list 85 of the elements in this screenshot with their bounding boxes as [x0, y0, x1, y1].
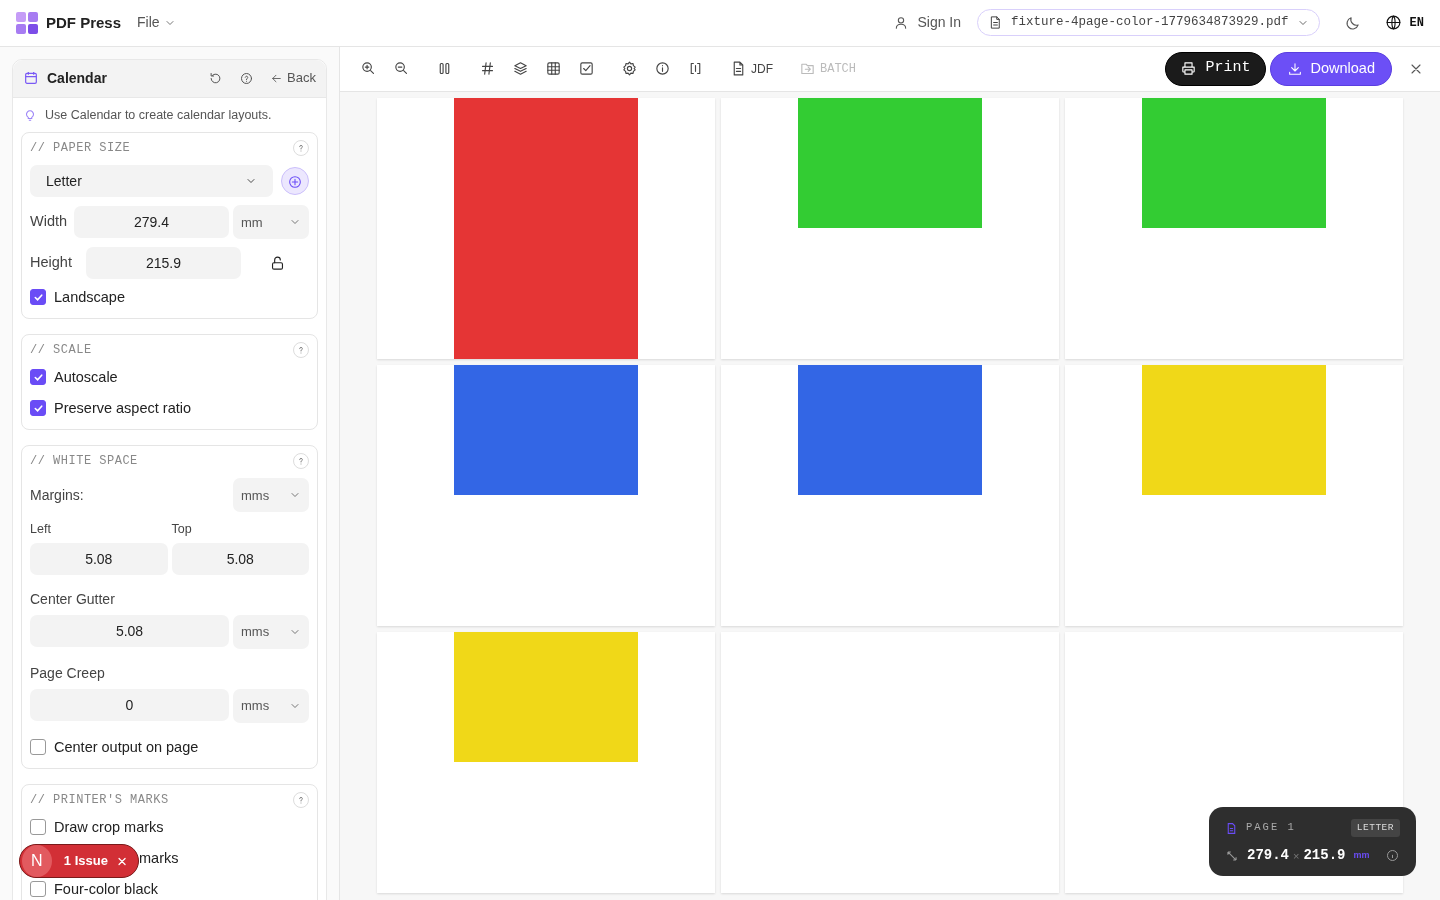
- printer-icon: [1180, 60, 1198, 78]
- times-sign: ×: [1293, 848, 1300, 864]
- number-field[interactable]: 0: [30, 689, 229, 722]
- help-icon: [239, 71, 255, 87]
- panel-title: Calendar: [47, 68, 108, 88]
- page-thumbnail[interactable]: [721, 364, 1059, 626]
- page-thumbnail[interactable]: [1065, 364, 1403, 626]
- checkbox-label: marks: [139, 849, 179, 869]
- checkbox-label: Landscape: [54, 288, 125, 308]
- size-tag: LETTER: [1350, 819, 1400, 838]
- file-selector[interactable]: fixture-4page-color-1779634873929.pdf: [977, 9, 1320, 37]
- issue-count: 1 Issue: [63, 852, 108, 871]
- download-button[interactable]: Download: [1269, 51, 1392, 86]
- page-width: 279.4: [1247, 846, 1289, 866]
- settings-icon: [621, 60, 638, 78]
- number-field[interactable]: 5.08: [30, 615, 229, 648]
- hash-icon: [479, 60, 496, 78]
- number-field[interactable]: 5.08: [30, 543, 168, 576]
- layers-icon: [512, 60, 529, 78]
- page-thumbnail[interactable]: [721, 631, 1059, 893]
- moon-icon: [1343, 15, 1361, 33]
- unit-select[interactable]: mms: [233, 615, 309, 650]
- unit-select[interactable]: mms: [233, 689, 309, 724]
- download-icon: [1286, 60, 1303, 77]
- table-icon: [545, 60, 562, 78]
- checkbox-label: Four-color black: [54, 880, 158, 900]
- checkmark-icon: [32, 291, 44, 303]
- add-preset-button[interactable]: [281, 167, 309, 196]
- file-menu[interactable]: File: [137, 12, 176, 34]
- page-thumbnail[interactable]: [377, 631, 715, 893]
- section-title: // WHITE SPACE: [30, 453, 138, 471]
- document-icon: [1225, 821, 1238, 835]
- sign-in-button[interactable]: Sign In: [893, 12, 962, 34]
- calendar-icon: [23, 70, 39, 87]
- unit-label: mm: [1353, 849, 1370, 862]
- info-icon[interactable]: [1385, 848, 1400, 864]
- section-title: // PRINTER'S MARKS: [30, 792, 169, 810]
- number-field[interactable]: 215.9: [86, 247, 241, 280]
- back-button[interactable]: Back: [270, 68, 316, 88]
- field-label: Width: [30, 212, 69, 232]
- app-name: PDF Press: [46, 12, 122, 33]
- checkbox-label: Center output on page: [54, 738, 199, 758]
- page-thumbnail[interactable]: [721, 97, 1059, 359]
- field-label: Left: [30, 521, 52, 539]
- field-label: Center Gutter: [30, 590, 116, 610]
- preset-select[interactable]: Letter: [30, 165, 273, 198]
- checkbox[interactable]: [30, 369, 46, 386]
- checkmark-icon: [32, 402, 44, 414]
- checkbox-icon: [578, 60, 595, 78]
- resize-icon: [1225, 848, 1239, 863]
- field-label: Page Creep: [30, 664, 106, 684]
- checkbox[interactable]: [30, 739, 46, 756]
- checkbox[interactable]: [30, 289, 46, 306]
- badge-letter: N: [22, 845, 52, 877]
- field-label: Height: [30, 253, 73, 273]
- page-thumbnail[interactable]: [1065, 97, 1403, 359]
- plus-circle-icon: [287, 174, 303, 191]
- unit-select[interactable]: mms: [233, 478, 309, 513]
- language-button[interactable]: EN: [1384, 13, 1424, 32]
- issue-toast[interactable]: N 1 Issue: [19, 844, 139, 878]
- number-field[interactable]: 279.4: [74, 206, 229, 239]
- checkbox[interactable]: [30, 400, 46, 417]
- lightbulb-icon: [23, 107, 37, 122]
- field-label: Margins:: [30, 485, 84, 505]
- info-icon: [654, 60, 671, 78]
- page-thumbnail[interactable]: [377, 97, 715, 359]
- checkbox-label: Draw crop marks: [54, 818, 164, 838]
- page-label: PAGE 1: [1246, 820, 1296, 836]
- page-height: 215.9: [1303, 846, 1346, 866]
- page-thumbnail[interactable]: [377, 364, 715, 626]
- checkbox-label: Autoscale: [54, 368, 118, 388]
- unit-select[interactable]: mm: [233, 205, 309, 240]
- print-button[interactable]: Print: [1165, 51, 1266, 86]
- checkbox[interactable]: [30, 819, 46, 836]
- checkbox[interactable]: [30, 881, 46, 898]
- checkbox-label: Preserve aspect ratio: [54, 399, 191, 419]
- hint-text: Use Calendar to create calendar layouts.: [45, 106, 272, 124]
- globe-icon: [1384, 14, 1402, 32]
- toolbar-button[interactable]: JDF: [726, 59, 777, 78]
- section-title: // PAPER SIZE: [30, 140, 131, 158]
- section-title: // SCALE: [30, 342, 92, 360]
- number-field[interactable]: 5.08: [171, 543, 309, 576]
- logo-icon: [16, 11, 38, 34]
- checkmark-icon: [32, 371, 44, 383]
- field-label: Top: [171, 521, 193, 539]
